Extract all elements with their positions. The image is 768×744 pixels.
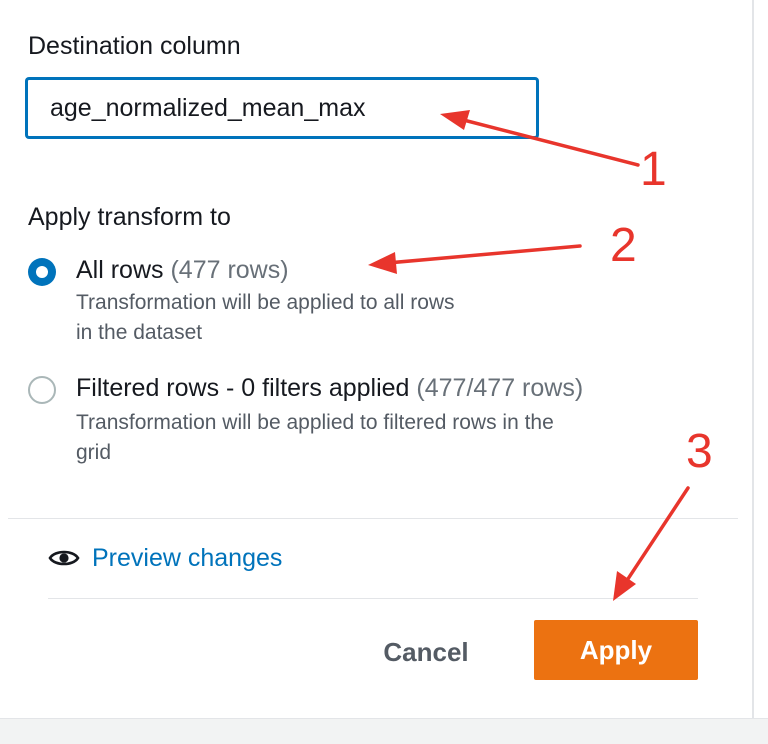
preview-changes-link[interactable]: Preview changes xyxy=(48,540,282,576)
preview-changes-label: Preview changes xyxy=(92,543,283,572)
annotation-arrow-3 xyxy=(616,486,690,596)
filtered-rows-title: Filtered rows - 0 filters applied (477/4… xyxy=(76,374,583,403)
apply-transform-label: Apply transform to xyxy=(28,203,231,231)
eye-icon xyxy=(48,550,80,566)
filtered-rows-description: Transformation will be applied to filter… xyxy=(76,408,554,468)
footer-divider xyxy=(48,598,698,599)
annotation-arrowhead-3 xyxy=(613,571,636,601)
all-rows-radio[interactable] xyxy=(28,258,56,286)
filtered-rows-count: (477/477 rows) xyxy=(416,374,584,402)
all-rows-description: Transformation will be applied to all ro… xyxy=(76,288,455,348)
filtered-rows-description-line2: grid xyxy=(76,441,112,464)
destination-column-label: Destination column xyxy=(28,32,241,60)
destination-column-value: age_normalized_mean_max xyxy=(50,93,366,122)
apply-button[interactable]: Apply xyxy=(534,620,698,680)
cancel-button[interactable]: Cancel xyxy=(364,628,488,676)
all-rows-title-text: All rows xyxy=(76,256,164,284)
annotation-number-1: 1 xyxy=(640,143,667,196)
all-rows-count: (477 rows) xyxy=(170,256,289,284)
filtered-rows-title-text: Filtered rows - 0 filters applied xyxy=(76,374,410,402)
panel-edge xyxy=(752,0,754,744)
destination-column-input[interactable]: age_normalized_mean_max xyxy=(26,78,538,138)
annotation-number-2: 2 xyxy=(610,219,637,272)
annotation-arrow-2 xyxy=(374,244,582,266)
filtered-rows-radio[interactable] xyxy=(28,376,56,404)
annotation-number-3: 3 xyxy=(686,425,713,478)
transform-panel: Destination column age_normalized_mean_m… xyxy=(0,0,768,744)
all-rows-description-line2: in the dataset xyxy=(76,321,203,344)
section-divider xyxy=(8,518,738,519)
filtered-rows-description-line1: Transformation will be applied to filter… xyxy=(76,411,554,434)
bottom-strip xyxy=(0,718,768,744)
annotation-arrowhead-2 xyxy=(368,252,397,274)
all-rows-title: All rows (477 rows) xyxy=(76,256,289,285)
all-rows-description-line1: Transformation will be applied to all ro… xyxy=(76,291,455,314)
